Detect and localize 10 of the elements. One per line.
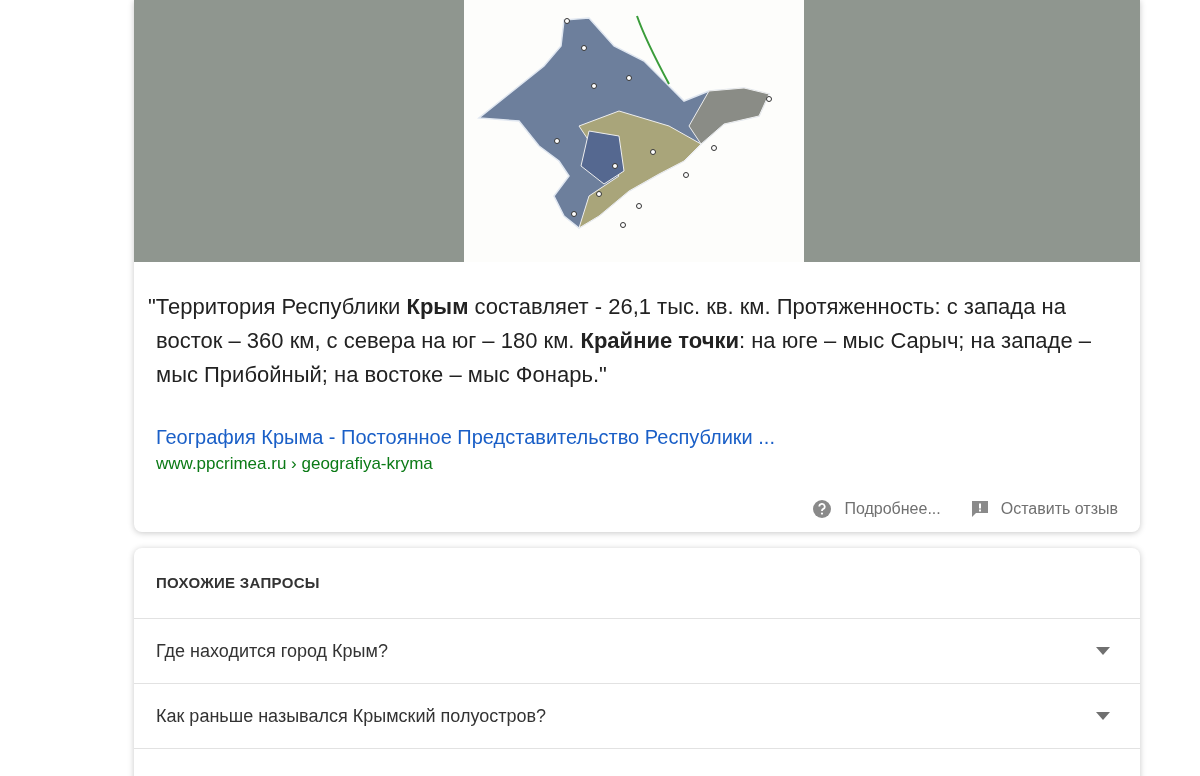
snippet-text: "Территория Республики Крым составляет - 26,1 тыс. кв. км. Протяженность: с запада на восток – 360 км, с севера на юг – 180 км. Крайние точки: на юге – мыс Сарыч; на западе – мыс Прибойный; на востоке – мыс Фонарь." xyxy=(148,293,1092,389)
feedback-link[interactable]: Оставить отзыв xyxy=(970,496,1118,522)
question-row[interactable]: Где находится город Крым? xyxy=(134,618,1140,683)
more-info-link[interactable]: Подробнее... xyxy=(812,496,941,522)
feedback-icon xyxy=(970,500,989,518)
question-row[interactable]: Как раньше назывался Крымский полуостров? xyxy=(134,683,1140,748)
result-link[interactable]: География Крыма - Постоянное Представительство Республики ... xyxy=(156,424,775,450)
result-url: www.ppcrimea.ru › geografiya-kryma xyxy=(156,453,433,475)
section-heading: ПОХОЖИЕ ЗАПРОСЫ xyxy=(155,573,321,593)
help-icon xyxy=(812,499,833,519)
